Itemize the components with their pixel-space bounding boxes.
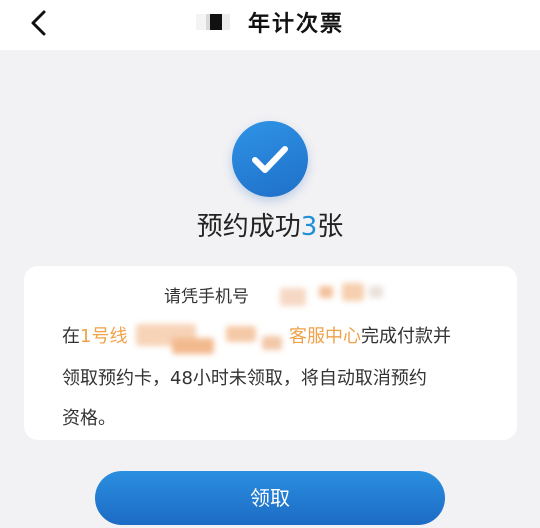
- page-title: 年计次票: [247, 12, 344, 37]
- notice-pre: 在: [62, 326, 80, 347]
- redacted-phone: [319, 286, 333, 298]
- redacted-station: [172, 338, 214, 354]
- notice-post: 完成付款并: [361, 326, 451, 347]
- redacted-phone: [342, 283, 364, 301]
- notice-line-location: 在1号线: [62, 322, 127, 348]
- check-icon: [252, 146, 288, 173]
- success-count: 3: [300, 212, 318, 242]
- redacted-block: [195, 14, 230, 30]
- service-center-text: 客服中心: [289, 326, 361, 347]
- redacted-phone: [280, 288, 306, 306]
- notice-line-end: 资格。: [62, 408, 116, 429]
- redacted-phone: [369, 286, 383, 298]
- claim-button[interactable]: 领取: [95, 471, 445, 525]
- notice-line-location-end: 客服中心完成付款并: [289, 322, 451, 348]
- redacted-station: [226, 326, 256, 342]
- notice-line-deadline: 领取预约卡，48小时未领取，将自动取消预约: [62, 368, 427, 389]
- redacted-station: [262, 336, 282, 350]
- success-message: 预约成功3张: [0, 206, 540, 243]
- station-line-text: 1号线: [80, 326, 128, 347]
- header-title-area: 年计次票: [0, 0, 540, 44]
- app-header: 年计次票: [0, 0, 540, 50]
- success-badge: [232, 121, 308, 197]
- notice-line-phone: 请凭手机号: [164, 287, 249, 307]
- notice-card: 请凭手机号 在1号线 客服中心完成付款并 领取预约卡，48小时未领取，将自动取消…: [24, 266, 517, 440]
- success-prefix: 预约成功: [196, 212, 301, 242]
- success-suffix: 张: [317, 212, 344, 242]
